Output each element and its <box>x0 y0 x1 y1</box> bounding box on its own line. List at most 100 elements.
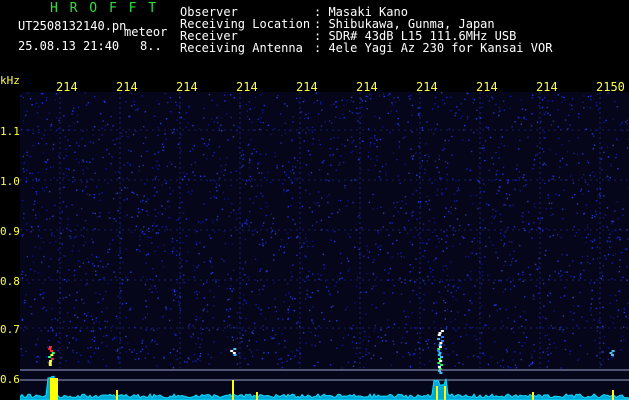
noise-dot <box>276 167 278 169</box>
meteor-echo-dot <box>48 356 52 358</box>
noise-dot <box>98 321 100 324</box>
noise-dot <box>28 282 30 284</box>
noise-dot <box>380 357 382 359</box>
noise-dot <box>112 239 114 241</box>
noise-dot <box>274 334 277 336</box>
noise-dot <box>171 247 174 250</box>
noise-dot <box>75 339 78 342</box>
noise-dot <box>485 324 487 326</box>
noise-dot <box>320 274 322 276</box>
noise-dot <box>125 131 127 133</box>
noise-dot <box>263 177 266 179</box>
noise-dot <box>590 98 592 101</box>
noise-dot <box>364 331 366 333</box>
noise-dot <box>454 207 457 209</box>
noise-dot <box>424 256 426 258</box>
noise-dot <box>203 203 205 205</box>
noise-dot <box>440 92 443 94</box>
noise-dot <box>596 246 598 248</box>
noise-dot <box>48 190 51 193</box>
noise-dot <box>270 213 273 215</box>
noise-dot <box>495 304 497 306</box>
noise-dot <box>176 296 178 299</box>
noise-dot <box>344 187 346 189</box>
noise-dot <box>346 306 348 309</box>
noise-dot <box>533 295 535 297</box>
noise-dot <box>141 95 143 97</box>
noise-dot <box>503 234 505 236</box>
noise-dot <box>522 212 524 214</box>
noise-dot <box>206 310 209 312</box>
noise-dot <box>623 311 626 314</box>
noise-dot <box>40 92 42 95</box>
noise-dot <box>357 215 359 218</box>
noise-dot <box>602 225 604 227</box>
noise-dot <box>494 341 496 343</box>
noise-dot <box>41 293 44 295</box>
noise-dot <box>510 95 512 98</box>
noise-dot <box>255 340 258 343</box>
noise-dot <box>446 326 448 328</box>
noise-dot <box>71 204 73 206</box>
noise-dot <box>199 316 201 319</box>
noise-dot <box>166 228 169 231</box>
noise-dot <box>571 108 573 110</box>
noise-dot <box>450 212 452 215</box>
noise-dot <box>181 265 183 268</box>
noise-dot <box>99 328 102 330</box>
noise-dot <box>330 339 332 341</box>
noise-dot <box>290 204 292 207</box>
noise-dot <box>622 214 624 216</box>
noise-dot <box>115 192 117 195</box>
noise-dot <box>209 191 211 193</box>
noise-dot <box>432 231 434 233</box>
noise-dot <box>519 190 521 192</box>
noise-dot <box>192 125 194 127</box>
noise-dot <box>178 304 180 306</box>
noise-dot <box>274 230 277 233</box>
noise-dot <box>240 155 243 157</box>
noise-dot <box>424 250 426 252</box>
noise-dot <box>186 260 188 262</box>
noise-dot <box>545 317 547 320</box>
noise-dot <box>76 121 79 123</box>
noise-dot <box>196 230 198 233</box>
noise-dot <box>233 124 235 127</box>
noise-dot <box>273 281 275 284</box>
noise-dot <box>286 105 288 107</box>
meteor-echo-dot <box>233 348 237 350</box>
noise-dot <box>196 266 198 268</box>
noise-dot <box>145 136 147 139</box>
noise-dot <box>380 245 382 247</box>
noise-dot <box>105 265 107 268</box>
noise-dot <box>438 158 440 161</box>
noise-dot <box>305 132 307 134</box>
noise-dot <box>149 288 151 290</box>
noise-dot <box>202 220 204 223</box>
noise-dot <box>343 117 345 119</box>
noise-dot <box>127 136 129 138</box>
noise-dot <box>38 131 40 134</box>
noise-dot <box>547 294 549 297</box>
noise-dot <box>26 255 28 258</box>
noise-dot <box>398 124 400 127</box>
noise-dot <box>621 122 623 124</box>
noise-dot <box>333 103 335 105</box>
noise-dot <box>135 249 138 251</box>
noise-dot <box>147 236 150 239</box>
noise-dot <box>312 138 314 140</box>
noise-dot <box>595 101 597 104</box>
noise-dot <box>208 363 210 365</box>
noise-dot <box>135 225 138 227</box>
noise-dot <box>291 140 293 142</box>
noise-dot <box>168 319 171 322</box>
noise-dot <box>141 342 143 344</box>
noise-dot <box>346 99 348 102</box>
noise-dot <box>561 157 564 160</box>
noise-dot <box>199 359 201 362</box>
noise-dot <box>188 105 190 108</box>
noise-dot <box>619 239 621 241</box>
noise-dot <box>128 115 130 118</box>
noise-dot <box>129 163 132 165</box>
noise-dot <box>151 291 153 293</box>
